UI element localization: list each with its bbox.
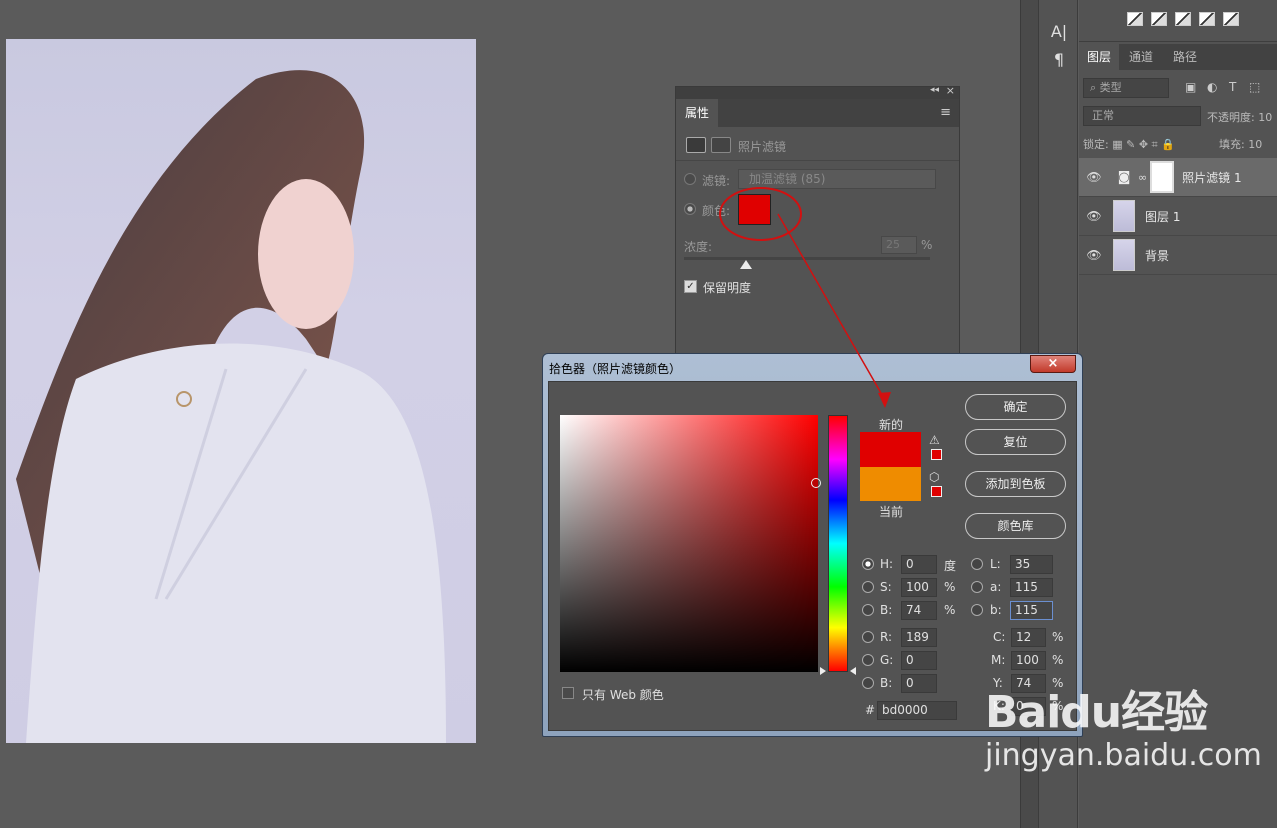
watermark-logo: Baidu经验 xyxy=(985,687,1208,738)
watermark-url: jingyan.baidu.com xyxy=(985,738,1262,773)
watermark: Baidu经验 jingyan.baidu.com xyxy=(985,688,1262,774)
